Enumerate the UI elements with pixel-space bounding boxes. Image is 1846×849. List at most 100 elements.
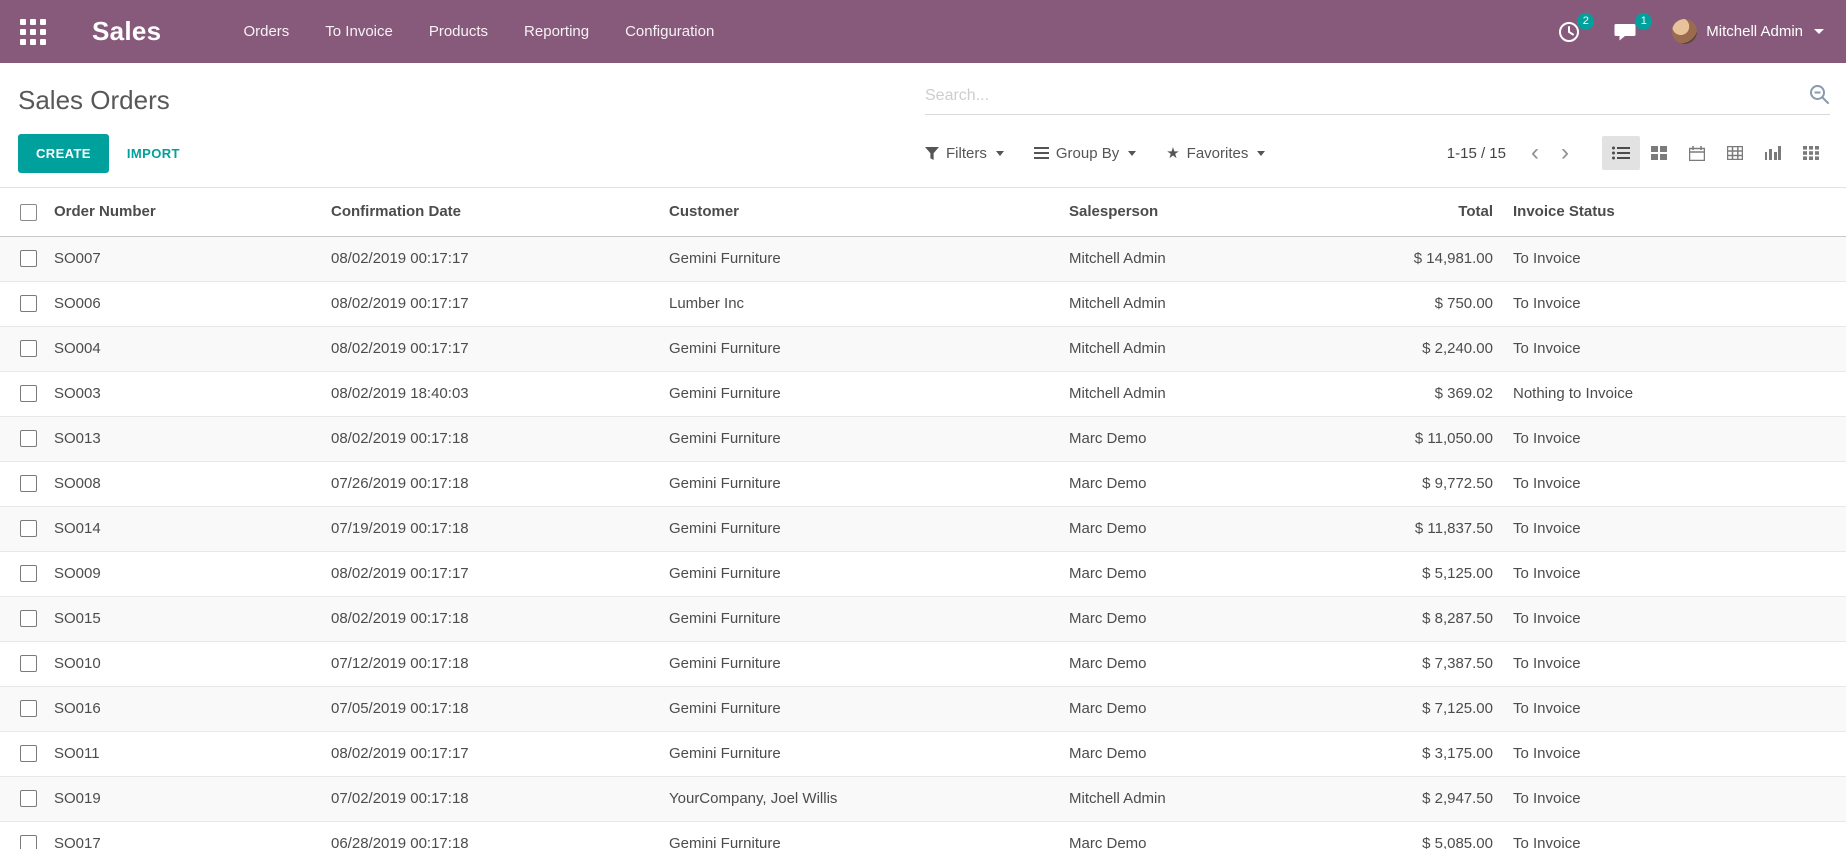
pager-previous-button[interactable]: ‹ <box>1522 143 1548 163</box>
cell-customer: Gemini Furniture <box>659 461 1059 506</box>
user-name: Mitchell Admin <box>1706 23 1803 40</box>
cell-invoice-status: To Invoice <box>1503 416 1846 461</box>
cell-salesperson: Marc Demo <box>1059 551 1309 596</box>
column-header-confirmation-date[interactable]: Confirmation Date <box>321 188 659 236</box>
column-header-salesperson[interactable]: Salesperson <box>1059 188 1309 236</box>
cell-total: $ 7,125.00 <box>1309 686 1503 731</box>
table-row[interactable]: SO017 06/28/2019 00:17:18 Gemini Furnitu… <box>0 821 1846 849</box>
view-switch-pivot[interactable] <box>1716 136 1754 170</box>
view-switch-activity[interactable] <box>1792 136 1830 170</box>
nav-item-to-invoice[interactable]: To Invoice <box>325 23 393 40</box>
row-checkbox[interactable] <box>20 250 37 267</box>
column-header-order-number[interactable]: Order Number <box>44 188 321 236</box>
cell-confirmation-date: 08/02/2019 00:17:17 <box>321 551 659 596</box>
column-header-invoice-status[interactable]: Invoice Status <box>1503 188 1846 236</box>
select-all-checkbox[interactable] <box>20 204 37 221</box>
view-switch-list[interactable] <box>1602 136 1640 170</box>
nav-item-reporting[interactable]: Reporting <box>524 23 589 40</box>
table-row[interactable]: SO003 08/02/2019 18:40:03 Gemini Furnitu… <box>0 371 1846 416</box>
row-checkbox[interactable] <box>20 340 37 357</box>
cell-invoice-status: To Invoice <box>1503 281 1846 326</box>
cell-confirmation-date: 07/19/2019 00:17:18 <box>321 506 659 551</box>
cell-total: $ 2,240.00 <box>1309 326 1503 371</box>
pager-range: 1-15 / 15 <box>1447 145 1506 162</box>
row-checkbox[interactable] <box>20 475 37 492</box>
nav-item-orders[interactable]: Orders <box>243 23 289 40</box>
row-checkbox[interactable] <box>20 790 37 807</box>
nav-item-products[interactable]: Products <box>429 23 488 40</box>
row-checkbox[interactable] <box>20 295 37 312</box>
table-row[interactable]: SO007 08/02/2019 00:17:17 Gemini Furnitu… <box>0 236 1846 281</box>
cell-confirmation-date: 07/05/2019 00:17:18 <box>321 686 659 731</box>
calendar-view-icon <box>1689 146 1705 161</box>
cell-confirmation-date: 08/02/2019 00:17:18 <box>321 416 659 461</box>
cell-customer: Gemini Furniture <box>659 371 1059 416</box>
cell-customer: Gemini Furniture <box>659 686 1059 731</box>
cell-order-number: SO004 <box>44 326 321 371</box>
search-input[interactable] <box>925 87 1808 105</box>
row-checkbox[interactable] <box>20 700 37 717</box>
page-title: Sales Orders <box>18 85 170 116</box>
group-by-dropdown[interactable]: Group By <box>1034 145 1136 162</box>
cell-salesperson: Marc Demo <box>1059 731 1309 776</box>
row-checkbox[interactable] <box>20 520 37 537</box>
cell-confirmation-date: 08/02/2019 18:40:03 <box>321 371 659 416</box>
table-row[interactable]: SO006 08/02/2019 00:17:17 Lumber Inc Mit… <box>0 281 1846 326</box>
cell-total: $ 5,125.00 <box>1309 551 1503 596</box>
row-checkbox[interactable] <box>20 565 37 582</box>
view-switch-kanban[interactable] <box>1640 136 1678 170</box>
cell-confirmation-date: 08/02/2019 00:17:17 <box>321 281 659 326</box>
magnifier-minus-icon[interactable] <box>1808 83 1830 105</box>
activities-button[interactable]: 2 <box>1558 21 1580 43</box>
column-header-total[interactable]: Total <box>1309 188 1503 236</box>
cell-confirmation-date: 07/12/2019 00:17:18 <box>321 641 659 686</box>
pager-next-button[interactable]: › <box>1552 143 1578 163</box>
user-menu[interactable]: Mitchell Admin <box>1672 19 1824 44</box>
table-row[interactable]: SO008 07/26/2019 00:17:18 Gemini Furnitu… <box>0 461 1846 506</box>
cell-total: $ 14,981.00 <box>1309 236 1503 281</box>
row-checkbox[interactable] <box>20 385 37 402</box>
cell-customer: Gemini Furniture <box>659 821 1059 849</box>
row-checkbox[interactable] <box>20 430 37 447</box>
cell-salesperson: Mitchell Admin <box>1059 236 1309 281</box>
app-title[interactable]: Sales <box>92 16 161 47</box>
view-switch-graph[interactable] <box>1754 136 1792 170</box>
table-row[interactable]: SO016 07/05/2019 00:17:18 Gemini Furnitu… <box>0 686 1846 731</box>
table-row[interactable]: SO009 08/02/2019 00:17:17 Gemini Furnitu… <box>0 551 1846 596</box>
favorites-dropdown[interactable]: ★ Favorites <box>1166 144 1265 162</box>
row-checkbox[interactable] <box>20 655 37 672</box>
filters-dropdown[interactable]: Filters <box>925 145 1004 162</box>
import-button[interactable]: IMPORT <box>109 135 198 172</box>
column-header-customer[interactable]: Customer <box>659 188 1059 236</box>
cell-invoice-status: To Invoice <box>1503 686 1846 731</box>
row-checkbox[interactable] <box>20 610 37 627</box>
table-row[interactable]: SO010 07/12/2019 00:17:18 Gemini Furnitu… <box>0 641 1846 686</box>
control-panel: Sales Orders CREATE IMPORT Filters <box>0 63 1846 173</box>
table-row[interactable]: SO013 08/02/2019 00:17:18 Gemini Furnitu… <box>0 416 1846 461</box>
orders-list-view: Order Number Confirmation Date Customer … <box>0 187 1846 849</box>
cell-total: $ 7,387.50 <box>1309 641 1503 686</box>
create-button[interactable]: CREATE <box>18 134 109 173</box>
chevron-down-icon <box>1814 29 1824 34</box>
row-checkbox[interactable] <box>20 835 37 849</box>
table-row[interactable]: SO004 08/02/2019 00:17:17 Gemini Furnitu… <box>0 326 1846 371</box>
cell-customer: Gemini Furniture <box>659 416 1059 461</box>
table-row[interactable]: SO019 07/02/2019 00:17:18 YourCompany, J… <box>0 776 1846 821</box>
cell-confirmation-date: 08/02/2019 00:17:18 <box>321 596 659 641</box>
apps-menu-icon[interactable] <box>20 19 46 45</box>
cell-salesperson: Marc Demo <box>1059 641 1309 686</box>
table-row[interactable]: SO014 07/19/2019 00:17:18 Gemini Furnitu… <box>0 506 1846 551</box>
row-checkbox[interactable] <box>20 745 37 762</box>
cell-confirmation-date: 07/02/2019 00:17:18 <box>321 776 659 821</box>
cell-salesperson: Marc Demo <box>1059 416 1309 461</box>
nav-item-configuration[interactable]: Configuration <box>625 23 714 40</box>
view-switch-calendar[interactable] <box>1678 136 1716 170</box>
messages-button[interactable]: 1 <box>1614 21 1638 43</box>
search-box[interactable] <box>925 83 1830 115</box>
cell-customer: Gemini Furniture <box>659 236 1059 281</box>
cell-invoice-status: To Invoice <box>1503 326 1846 371</box>
table-row[interactable]: SO011 08/02/2019 00:17:17 Gemini Furnitu… <box>0 731 1846 776</box>
table-row[interactable]: SO015 08/02/2019 00:17:18 Gemini Furnitu… <box>0 596 1846 641</box>
navbar-menu: Orders To Invoice Products Reporting Con… <box>243 23 714 40</box>
pivot-view-icon <box>1727 146 1743 160</box>
